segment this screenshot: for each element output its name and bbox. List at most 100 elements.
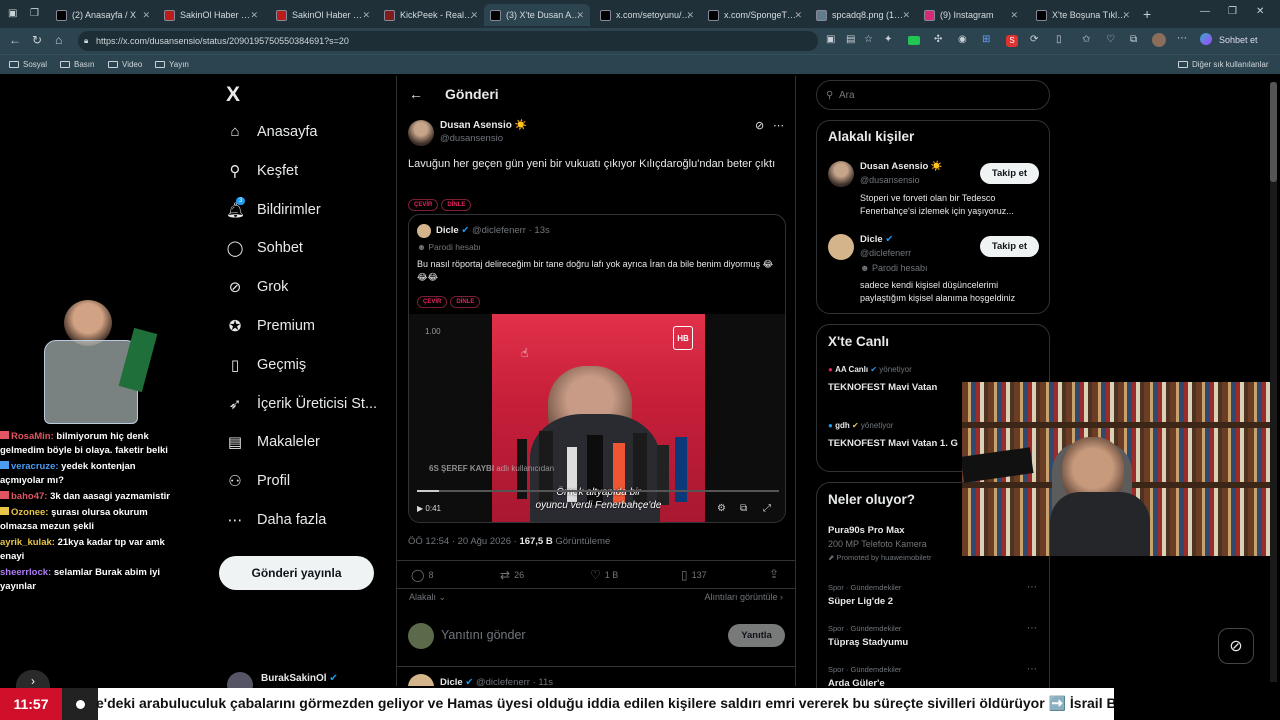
reply-author-avatar[interactable] xyxy=(408,674,434,686)
live-host[interactable]: AA Canlı xyxy=(835,365,868,374)
settings-gear-icon[interactable]: ⚙ xyxy=(717,503,726,514)
live-item[interactable]: TEKNOFEST Mavi Vatan 1. G xyxy=(828,438,958,449)
sort-relevant[interactable]: Alakalı ⌄ xyxy=(409,592,446,603)
nav-item[interactable]: ⚲ Keşfet xyxy=(226,162,299,180)
grok-floating-icon[interactable]: ⊘ xyxy=(1218,628,1254,664)
nav-item[interactable]: ⋯ Daha fazla xyxy=(226,511,327,529)
extension-steam-icon[interactable]: ◉ xyxy=(958,34,967,45)
more-menu-icon[interactable]: ⋯ xyxy=(1177,33,1187,44)
tab-close-icon[interactable]: ✕ xyxy=(576,10,584,21)
follow-button[interactable]: Takip et xyxy=(980,163,1039,184)
bookmark-video[interactable]: Video xyxy=(108,60,142,69)
account-name[interactable]: BurakSakinOl ✔ xyxy=(261,673,338,684)
more-options-icon[interactable]: ⋯ xyxy=(773,119,784,132)
translate-badge[interactable]: ÇEVİR xyxy=(417,296,448,308)
browser-tab[interactable]: x.com/setoyunu/sta ✕ xyxy=(594,4,700,26)
browser-tab[interactable]: x.com/SpongeThrill ✕ xyxy=(702,4,808,26)
profile-switch-icon[interactable]: ▣ xyxy=(8,8,17,19)
tab-close-icon[interactable]: ✕ xyxy=(1010,10,1018,21)
tab-close-icon[interactable]: ✕ xyxy=(250,10,258,21)
trend-more-icon[interactable]: ⋯ xyxy=(1027,664,1037,675)
reply-author[interactable]: Dicle xyxy=(440,677,463,686)
nav-item[interactable]: ▯ Geçmiş xyxy=(226,356,306,374)
browser-tab[interactable]: KickPeek - Real-tim ✕ xyxy=(378,4,484,26)
video-player[interactable]: 1.00 HB ☝ 6S ŞEREF KAYBI adlı kullanıcıd… xyxy=(409,314,785,522)
post-timestamp[interactable]: ÖÖ 12:54 · 20 Ağu 2026 · xyxy=(408,536,519,547)
scrollbar-thumb[interactable] xyxy=(1270,82,1277,182)
back-icon[interactable]: ← xyxy=(9,33,21,47)
video-speed-label[interactable]: 1.00 xyxy=(425,327,441,336)
tab-close-icon[interactable]: ✕ xyxy=(794,10,802,21)
url-bar[interactable]: 🔒︎ https://x.com/dusansensio/status/2090… xyxy=(78,31,818,51)
person-name[interactable]: Dusan Asensio ☀️ xyxy=(860,161,943,172)
tab-actions-icon[interactable]: ❐ xyxy=(30,8,39,19)
follow-button[interactable]: Takip et xyxy=(980,236,1039,257)
nav-item[interactable]: ➶ İçerik Üreticisi St... xyxy=(226,395,377,413)
browser-tab[interactable]: spcadq8.png (1536 ✕ xyxy=(810,4,916,26)
browser-tab[interactable]: SakinOl Haber Merk ✕ xyxy=(270,4,376,26)
listen-badge[interactable]: DİNLE xyxy=(450,296,481,308)
trend-item[interactable]: Süper Lig'de 2 xyxy=(828,596,893,607)
post-button[interactable]: Gönderi yayınla xyxy=(219,556,374,590)
extension-grid-icon[interactable]: ✣ xyxy=(934,34,942,45)
reply-action[interactable]: ◯ 8 xyxy=(411,568,433,582)
nav-item[interactable]: 🔔︎ Bildirimler 3 xyxy=(226,196,321,219)
share-icon[interactable]: ⇪ xyxy=(769,567,779,581)
bookmark-basin[interactable]: Basın xyxy=(60,60,94,69)
bookmark-action[interactable]: ▯ 137 xyxy=(681,568,707,582)
extension-translate-icon[interactable]: ⊞ xyxy=(982,34,990,45)
browser-tab[interactable]: SakinOl Haber Merk ✕ xyxy=(158,4,264,26)
heart-rate-icon[interactable]: ♡ xyxy=(1106,34,1115,45)
extensions-puzzle-icon[interactable]: ✦ xyxy=(884,34,892,45)
tab-close-icon[interactable]: ✕ xyxy=(902,10,910,21)
fullscreen-icon[interactable]: ⤢ xyxy=(763,503,771,514)
tab-close-icon[interactable]: ✕ xyxy=(362,10,370,21)
nav-item[interactable]: ▤ Makaleler xyxy=(226,433,320,451)
user-avatar[interactable] xyxy=(1152,33,1166,47)
browser-tab[interactable]: (2) Anasayfa / X ✕ xyxy=(50,4,156,26)
bookmark-yayin[interactable]: Yayın xyxy=(155,60,189,69)
nav-item[interactable]: ✪ Premium xyxy=(226,317,315,335)
repost-action[interactable]: ⇄ 26 xyxy=(500,568,524,582)
tab-close-icon[interactable]: ✕ xyxy=(1122,10,1130,21)
view-quotes-link[interactable]: Alıntıları görüntüle › xyxy=(704,592,783,602)
tab-close-icon[interactable]: ✕ xyxy=(470,10,478,21)
browser-tab[interactable]: (9) Instagram ✕ xyxy=(918,4,1024,26)
browser-tab[interactable]: X'te Boşuna Tıklam ✕ xyxy=(1030,4,1136,26)
copilot-chat-label[interactable]: Sohbet et xyxy=(1219,35,1258,45)
collections-icon[interactable]: ⧉ xyxy=(1130,34,1137,45)
tab-close-icon[interactable]: ✕ xyxy=(686,10,694,21)
pip-icon[interactable]: ⧉ xyxy=(740,503,747,514)
trend-more-icon[interactable]: ⋯ xyxy=(1027,623,1037,634)
page-scrollbar[interactable] xyxy=(1270,82,1277,682)
close-window-icon[interactable]: ✕ xyxy=(1256,6,1264,17)
sidebar-toggle-icon[interactable]: ▯ xyxy=(1056,34,1062,45)
grok-icon[interactable]: ⊘ xyxy=(755,119,764,132)
x-logo-icon[interactable]: X xyxy=(226,83,240,107)
live-item[interactable]: TEKNOFEST Mavi Vatan xyxy=(828,382,937,393)
extension-s-icon[interactable]: S xyxy=(1006,35,1018,47)
video-progress-track[interactable] xyxy=(417,490,779,492)
person-avatar[interactable] xyxy=(828,234,854,260)
person-avatar[interactable] xyxy=(828,161,854,187)
author-handle[interactable]: @dusansensio xyxy=(440,133,503,144)
play-icon[interactable]: ▶ xyxy=(417,504,423,513)
new-tab-icon[interactable]: + xyxy=(1143,6,1151,22)
quote-avatar[interactable] xyxy=(417,224,431,238)
refresh-icon[interactable]: ↻ xyxy=(32,33,42,47)
nav-item[interactable]: ◯ Sohbet xyxy=(226,239,303,257)
extension-refresh-icon[interactable]: ⟳ xyxy=(1030,34,1038,45)
live-host[interactable]: gdh xyxy=(835,421,850,430)
person-name[interactable]: Dicle xyxy=(860,234,883,245)
minimize-icon[interactable]: — xyxy=(1200,6,1210,17)
extension-green-icon[interactable] xyxy=(908,36,920,45)
search-input[interactable]: ⚲ Ara xyxy=(816,80,1050,110)
reply-button[interactable]: Yanıtla xyxy=(728,624,785,647)
translate-badge[interactable]: ÇEVİR xyxy=(408,199,439,211)
favorites-icon[interactable]: ✩ xyxy=(1082,34,1090,45)
split-icon[interactable]: ▣ xyxy=(826,34,835,45)
home-browser-icon[interactable]: ⌂ xyxy=(55,33,62,47)
trend-more-icon[interactable]: ⋯ xyxy=(1027,582,1037,593)
author-name[interactable]: Dusan Asensio ☀️ xyxy=(440,120,527,131)
reply-input[interactable]: Yanıtını gönder xyxy=(441,628,526,642)
